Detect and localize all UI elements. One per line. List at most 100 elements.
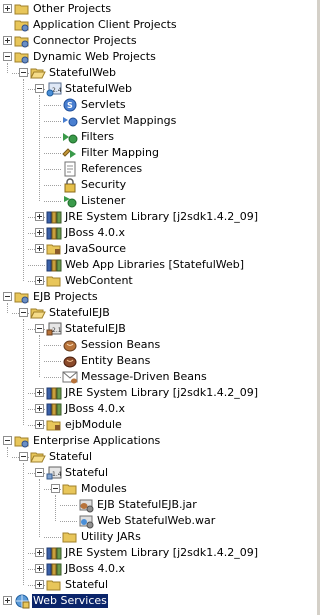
tree-item-label: Web Services [32, 594, 108, 608]
tree-item[interactable]: Other Projects [0, 1, 271, 17]
tree-item[interactable]: Dynamic Web Projects [0, 49, 271, 65]
tree-item-label: Security [81, 178, 127, 191]
tree-item[interactable]: EJB Projects [0, 289, 271, 305]
tree-item-label: StatefulWeb [65, 82, 132, 95]
tree-item[interactable]: S Servlets [0, 97, 271, 113]
collapse-icon[interactable] [35, 324, 44, 333]
tree-item[interactable]: Stateful [0, 449, 271, 465]
references-icon [62, 161, 78, 177]
tree-item[interactable]: 2.4 StatefulWeb [0, 81, 271, 97]
tree-item[interactable]: JRE System Library [j2sdk1.4.2_09] [0, 209, 271, 225]
expand-icon[interactable] [3, 596, 12, 605]
tree-item-label: JBoss 4.0.x [65, 226, 125, 239]
library-icon [46, 225, 62, 241]
tree-item[interactable]: JBoss 4.0.x [0, 401, 271, 417]
tree-item[interactable]: Web Services [0, 593, 271, 609]
expand-icon[interactable] [3, 4, 12, 13]
collapse-icon[interactable] [19, 68, 28, 77]
project-folder-icon [14, 17, 30, 33]
ear-module-icon: 1.4 [46, 465, 62, 481]
tree-item[interactable]: References [0, 161, 271, 177]
expand-icon[interactable] [35, 548, 44, 557]
tree-item[interactable]: 1.4 Stateful [0, 465, 271, 481]
expand-icon[interactable] [35, 244, 44, 253]
tree-item[interactable]: Servlet Mappings [0, 113, 271, 129]
tree-item[interactable]: StatefulWeb [0, 65, 271, 81]
collapse-icon[interactable] [3, 292, 12, 301]
tree-item[interactable]: Application Client Projects [0, 17, 271, 33]
security-icon [62, 177, 78, 193]
collapse-icon[interactable] [3, 436, 12, 445]
ejb-module-icon: 2.1 [46, 321, 62, 337]
tree-item[interactable]: Stateful [0, 577, 271, 593]
library-icon [46, 545, 62, 561]
tree-item-label: Other Projects [33, 2, 112, 15]
tree-item[interactable]: Modules [0, 481, 271, 497]
tree-item-label: StatefulWeb [49, 66, 116, 79]
expand-icon[interactable] [35, 404, 44, 413]
expand-icon[interactable] [35, 580, 44, 589]
ejb-jar-icon [78, 497, 94, 513]
collapse-icon[interactable] [51, 484, 60, 493]
tree-item-label: Stateful [49, 450, 93, 463]
tree-item[interactable]: ejbModule [0, 417, 271, 433]
library-icon [46, 401, 62, 417]
expand-icon[interactable] [35, 388, 44, 397]
source-folder-icon [46, 241, 62, 257]
tree-item[interactable]: Filter Mapping [0, 145, 271, 161]
project-folder-icon [14, 49, 30, 65]
tree-item[interactable]: Session Beans [0, 337, 271, 353]
project-folder-icon [14, 33, 30, 49]
collapse-icon[interactable] [19, 308, 28, 317]
tree-item[interactable]: JBoss 4.0.x [0, 561, 271, 577]
tree-item[interactable]: StatefulEJB [0, 305, 271, 321]
tree-item[interactable]: Connector Projects [0, 33, 271, 49]
tree-item-label: StatefulEJB [65, 322, 126, 335]
tree-item[interactable]: Filters [0, 129, 271, 145]
project-explorer-tree[interactable]: Other Projects Application Client Project… [0, 0, 271, 615]
tree-item-label: Stateful [65, 578, 109, 591]
collapse-icon[interactable] [3, 52, 12, 61]
tree-item[interactable]: JRE System Library [j2sdk1.4.2_09] [0, 545, 271, 561]
tree-item[interactable]: Security [0, 177, 271, 193]
collapse-icon[interactable] [35, 84, 44, 93]
tree-item[interactable]: WebContent [0, 273, 271, 289]
expand-icon[interactable] [3, 36, 12, 45]
tree-item[interactable]: EJB StatefulEJB.jar [0, 497, 271, 513]
tree-item-label: Application Client Projects [33, 18, 177, 31]
expand-icon[interactable] [35, 212, 44, 221]
tree-item[interactable]: 2.1 StatefulEJB [0, 321, 271, 337]
expand-icon[interactable] [35, 228, 44, 237]
tree-item-label: Utility JARs [81, 530, 141, 543]
project-folder-icon [14, 289, 30, 305]
web-services-icon [14, 593, 30, 609]
expand-icon[interactable] [35, 564, 44, 573]
tree-item[interactable]: JavaSource [0, 241, 271, 257]
collapse-icon[interactable] [35, 468, 44, 477]
tree-item-label: ejbModule [65, 418, 122, 431]
open-folder-icon [30, 305, 46, 321]
tree-item-label: JRE System Library [j2sdk1.4.2_09] [65, 546, 259, 559]
tree-item-label: Enterprise Applications [33, 434, 161, 447]
tree-item[interactable]: Web StatefulWeb.war [0, 513, 271, 529]
svg-text:1.4: 1.4 [52, 471, 62, 478]
tree-item[interactable]: Enterprise Applications [0, 433, 271, 449]
expand-icon[interactable] [35, 276, 44, 285]
expand-icon[interactable] [35, 420, 44, 429]
tree-item[interactable]: Entity Beans [0, 353, 271, 369]
tree-item-label: JBoss 4.0.x [65, 562, 125, 575]
tree-item[interactable]: Listener [0, 193, 271, 209]
collapse-icon[interactable] [19, 452, 28, 461]
filter-icon [62, 129, 78, 145]
tree-item-label: Filters [81, 130, 114, 143]
tree-item-label: Servlet Mappings [81, 114, 177, 127]
tree-item[interactable]: JRE System Library [j2sdk1.4.2_09] [0, 385, 271, 401]
tree-item[interactable]: Message-Driven Beans [0, 369, 271, 385]
tree-item-label: Session Beans [81, 338, 161, 351]
tree-item-label: References [81, 162, 143, 175]
tree-item-label: Connector Projects [33, 34, 137, 47]
folder-icon [62, 481, 78, 497]
tree-item[interactable]: Utility JARs [0, 529, 271, 545]
tree-item[interactable]: JBoss 4.0.x [0, 225, 271, 241]
tree-item[interactable]: Web App Libraries [StatefulWeb] [0, 257, 271, 273]
